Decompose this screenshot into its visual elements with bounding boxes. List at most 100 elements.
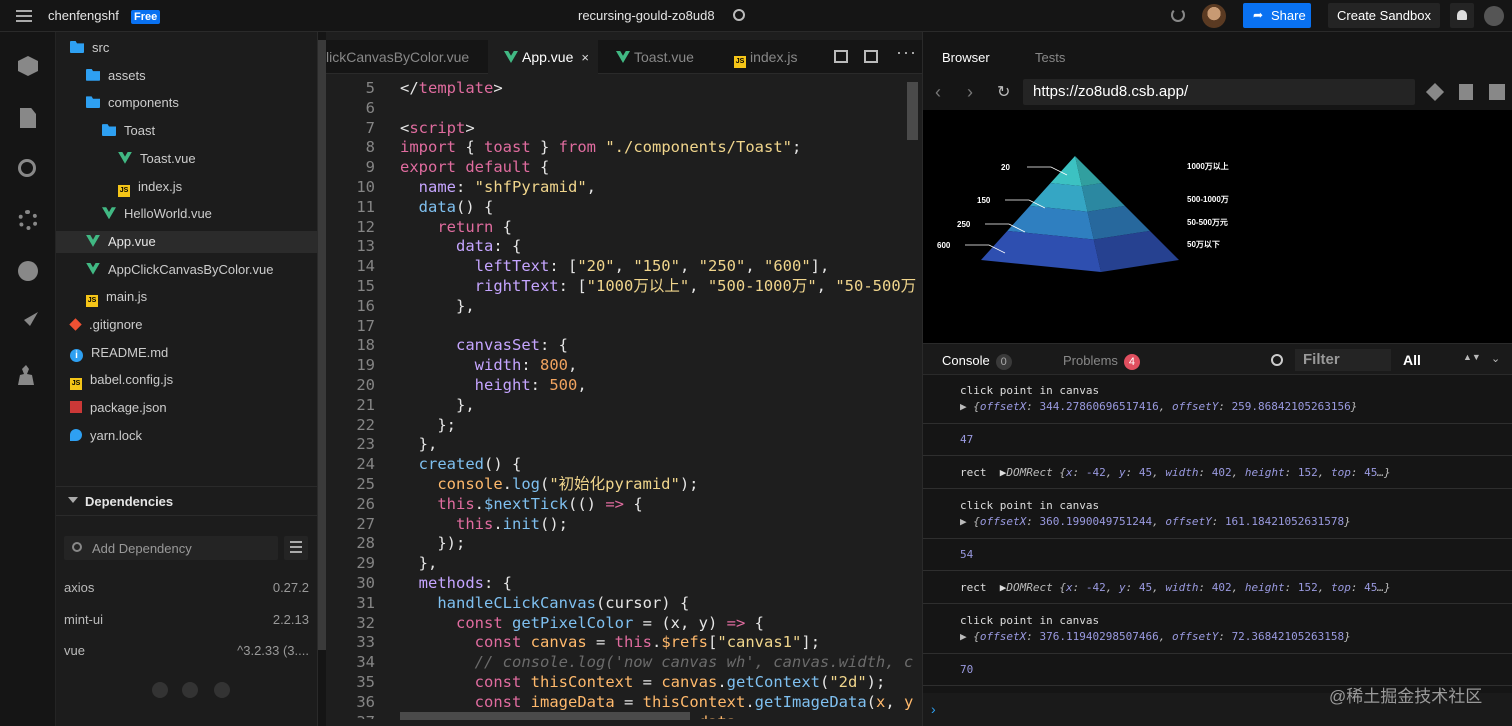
gear-icon[interactable] xyxy=(18,210,38,230)
expand-arrow-icon[interactable]: ▶ xyxy=(960,630,973,643)
create-sandbox-button[interactable]: Create Sandbox xyxy=(1328,3,1440,28)
folder-icon xyxy=(86,68,100,81)
js-icon: JS xyxy=(118,184,130,197)
tree-item[interactable]: yarn.lock xyxy=(56,425,318,447)
globe-icon[interactable] xyxy=(733,9,745,21)
tree-item[interactable]: package.json xyxy=(56,397,318,419)
pyramid-left-label: 600 xyxy=(937,241,951,250)
tab-tests[interactable]: Tests xyxy=(1035,50,1065,65)
github-icon[interactable] xyxy=(18,261,38,281)
dependencies-header[interactable]: Dependencies xyxy=(56,486,318,516)
code-token: { xyxy=(624,494,643,513)
editor-tab[interactable]: App.vue × xyxy=(488,40,598,74)
console-entry[interactable]: click point in canvas ▶ {offsetX: 376.119… xyxy=(923,605,1512,654)
editor-scrollbar[interactable] xyxy=(907,82,918,140)
url-input[interactable]: https://zo8ud8.csb.app/ xyxy=(1023,79,1415,105)
more-icon[interactable]: ··· xyxy=(896,42,917,63)
tree-item[interactable]: JS index.js xyxy=(56,176,318,198)
expand-arrow-icon[interactable]: ▶ xyxy=(960,515,973,528)
dependency-row[interactable]: mint-ui 2.2.13 xyxy=(64,612,309,632)
avatar[interactable] xyxy=(1202,4,1226,28)
tree-item[interactable]: App.vue xyxy=(56,230,318,253)
refresh-icon[interactable] xyxy=(1171,8,1185,22)
tab-problems[interactable]: Problems 4 xyxy=(1063,353,1140,370)
editor-horizontal-scrollbar[interactable] xyxy=(400,712,690,720)
console-entry[interactable]: rect ▶DOMRect {x: -42, y: 45, width: 402… xyxy=(923,457,1512,489)
tree-item[interactable]: HelloWorld.vue xyxy=(56,203,318,225)
line-number: 37 xyxy=(326,713,375,719)
forward-icon[interactable]: › xyxy=(967,82,973,103)
tree-item-label: babel.config.js xyxy=(90,372,174,388)
sidebar-scrollbar[interactable] xyxy=(318,40,326,650)
console-filter-input[interactable]: Filter xyxy=(1295,349,1391,371)
username[interactable]: chenfengshf xyxy=(48,8,119,23)
tree-item[interactable]: AppClickCanvasByColor.vue xyxy=(56,259,318,281)
chevron-down-icon[interactable]: ⌄ xyxy=(1491,352,1500,365)
devtools-icon[interactable] xyxy=(1489,84,1505,100)
tree-item[interactable]: JS babel.config.js xyxy=(56,369,318,391)
code-token: const xyxy=(474,692,522,711)
dependency-row[interactable]: axios 0.27.2 xyxy=(64,580,309,600)
log-level-select[interactable]: All xyxy=(1403,352,1421,368)
share-button[interactable]: ➦ Share xyxy=(1243,3,1311,28)
menu-icon[interactable] xyxy=(14,8,34,24)
tree-item[interactable]: .gitignore xyxy=(56,314,318,336)
tab-console[interactable]: Console 0 xyxy=(942,353,1012,370)
explorer-icon[interactable] xyxy=(20,108,36,128)
responsive-icon[interactable] xyxy=(1425,82,1445,102)
editor-tab[interactable]: lickCanvasByColor.vue xyxy=(326,40,486,74)
dependency-name: vue xyxy=(64,643,85,658)
open-new-window-icon[interactable] xyxy=(1459,84,1473,100)
tree-item[interactable]: Toast.vue xyxy=(56,148,318,170)
add-dependency-input[interactable] xyxy=(92,536,272,560)
line-number: 15 xyxy=(356,277,375,295)
log-rect: rect ▶DOMRect {x: -42, y: 45, width: 402… xyxy=(960,581,1391,594)
editor-tab[interactable]: JS index.js xyxy=(718,40,828,74)
tree-item[interactable]: JS main.js xyxy=(56,286,318,308)
code-token: "150" xyxy=(633,257,680,276)
console-entry[interactable]: click point in canvas ▶ {offsetX: 360.199… xyxy=(923,490,1512,539)
code-area[interactable]: 5 </template> 6 7 <script> 8 import { toast } … xyxy=(326,74,922,719)
tree-item[interactable]: components xyxy=(56,92,318,114)
tree-item[interactable]: src xyxy=(56,37,318,59)
tab-browser[interactable]: Browser xyxy=(942,50,990,65)
editor-tab[interactable]: Toast.vue xyxy=(600,40,715,74)
close-icon[interactable]: × xyxy=(581,50,589,65)
console-entry[interactable]: click point in canvas ▶ {offsetX: 344.278… xyxy=(923,375,1512,424)
sandbox-info-icon[interactable] xyxy=(18,56,38,76)
live-users-icon[interactable] xyxy=(18,365,34,385)
sandbox-name[interactable]: recursing-gould-zo8ud8 xyxy=(578,8,715,23)
twitter-icon[interactable] xyxy=(152,682,168,698)
search-icon[interactable] xyxy=(18,159,36,177)
open-preview-icon[interactable] xyxy=(864,50,878,63)
split-view-icon[interactable] xyxy=(834,50,848,63)
line-source: console.log("初始化pyramid"); xyxy=(400,475,698,495)
tree-item[interactable]: assets xyxy=(56,65,318,87)
console-entry[interactable]: rect ▶DOMRect {x: -42, y: 45, width: 402… xyxy=(923,572,1512,604)
line-number: 13 xyxy=(356,237,375,256)
pyramid-chart[interactable]: 20 150 250 600 1000万以上 500-1000万 50-500万元 50万以下 xyxy=(923,110,1512,343)
deploy-rocket-icon[interactable] xyxy=(24,312,38,326)
discord-icon[interactable] xyxy=(214,682,230,698)
clear-console-icon[interactable] xyxy=(1271,354,1283,366)
code-token: const xyxy=(474,633,522,652)
problems-label: Problems xyxy=(1063,353,1118,368)
notifications-button[interactable] xyxy=(1450,3,1474,28)
tree-item[interactable]: Toast xyxy=(56,120,318,142)
dependency-list-button[interactable] xyxy=(284,536,308,560)
preview-canvas[interactable]: 20 150 250 600 1000万以上 500-1000万 50-500万元 50万以下 xyxy=(923,110,1512,343)
dependency-row[interactable]: vue ^3.2.33 (3.... xyxy=(64,643,309,663)
expand-arrow-icon[interactable]: ▶ xyxy=(960,400,973,413)
github-icon[interactable] xyxy=(182,682,198,698)
console-entry[interactable]: 54 xyxy=(923,540,1512,571)
profile-avatar[interactable] xyxy=(1484,6,1504,26)
console-entry[interactable]: 47 xyxy=(923,425,1512,456)
reload-icon[interactable]: ↻ xyxy=(997,82,1010,102)
back-icon[interactable]: ‹ xyxy=(935,82,941,103)
tree-item[interactable]: i README.md xyxy=(56,342,318,364)
code-token: name xyxy=(418,178,456,196)
line-number: 23 xyxy=(356,435,375,454)
